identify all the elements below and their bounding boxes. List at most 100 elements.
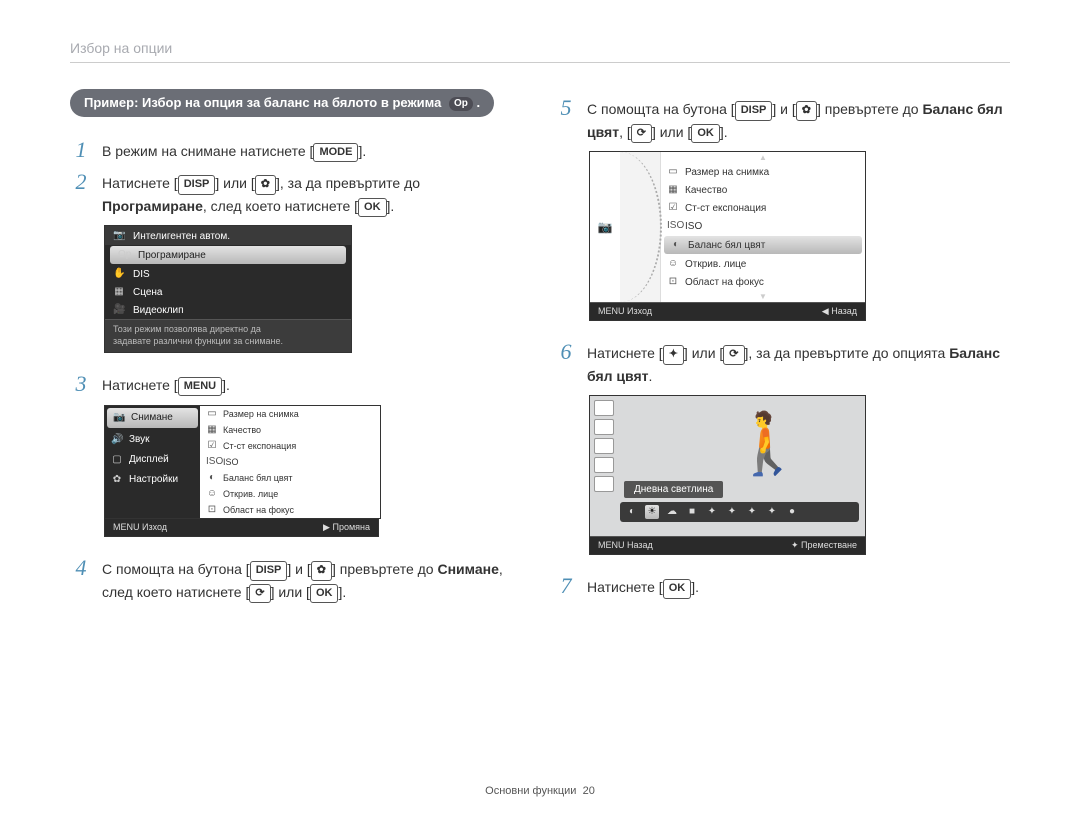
step-number: 6 xyxy=(555,339,577,365)
function-icon: ☑ xyxy=(667,202,679,214)
menu-option: ▦ Качество xyxy=(200,422,380,438)
step-number: 1 xyxy=(70,137,92,163)
tab-icon: ✿ xyxy=(111,474,123,486)
step-2: 2 Натиснете [DISP] или [✿], за да превър… xyxy=(70,169,525,217)
step-number: 5 xyxy=(555,95,577,121)
mode-icon: 📷 xyxy=(113,230,125,242)
option-icon: ▭ xyxy=(206,408,218,420)
chevron-up-icon: ▲ xyxy=(661,153,865,162)
option-icon: ▦ xyxy=(206,424,218,436)
function-item: ⊡ Област на фокус xyxy=(661,273,865,291)
ok-button-label: OK xyxy=(358,198,387,218)
wb-option-icon: ◐ xyxy=(625,505,639,519)
disp-button-label: DISP xyxy=(178,175,216,195)
quickbar-icon: ▭ xyxy=(594,400,614,416)
mode-item: Op Програмиране xyxy=(110,246,346,264)
quickbar-icon: ISO xyxy=(594,457,614,473)
step-4: 4 С помощта на бутона [DISP] и [✿] превъ… xyxy=(70,555,525,603)
function-icon: ▦ xyxy=(667,184,679,196)
step-5: 5 С помощта на бутона [DISP] и [✿] превъ… xyxy=(555,95,1010,143)
step-number: 2 xyxy=(70,169,92,195)
footer-exit: MENU Изход xyxy=(113,522,167,533)
mode-label: Видеоклип xyxy=(133,305,184,316)
function-item: ◐Баланс бял цвят xyxy=(664,236,862,254)
wb-option-icon: ☁ xyxy=(665,505,679,519)
function-label: Баланс бял цвят xyxy=(688,240,765,251)
white-balance-screen: ▭▦☑ISO◐ 🚶 Дневна светлина ◐☀☁■✦✦✦✦● MENU… xyxy=(589,395,866,555)
menu-option: ⊡ Област на фокус xyxy=(200,502,380,518)
menu-tab: 📷Снимане xyxy=(107,408,198,428)
step-6: 6 Натиснете [✦] или [⟳], за да превъртит… xyxy=(555,339,1010,387)
function-icon: ISO xyxy=(667,220,679,232)
function-item: ▦ Качество xyxy=(661,181,865,199)
manual-page: Избор на опции Пример: Избор на опция за… xyxy=(0,0,1080,815)
option-icon: ☺ xyxy=(206,488,218,500)
menu-button-label: MENU xyxy=(178,377,222,397)
menu-left-pane: 📷Снимане 🔊 Звук ▢Дисплей✿Настройки xyxy=(105,406,200,518)
function-icon: ▭ xyxy=(667,166,679,178)
page-footer: Основни функции 20 xyxy=(0,785,1080,797)
step-text: С помощта на бутона [DISP] и [✿] превърт… xyxy=(587,95,1010,143)
breadcrumb: Избор на опции xyxy=(70,40,1010,56)
step-text: Натиснете [MENU]. xyxy=(102,371,525,397)
mode-item: 📷Интелигентен автом. xyxy=(105,226,351,245)
option-label: ISO xyxy=(223,457,239,467)
menu-screen: 📷Снимане 🔊 Звук ▢Дисплей✿Настройки ▭Размер … xyxy=(104,405,525,537)
function-item: ☑Ст-ст експонация xyxy=(661,199,865,217)
wb-option-strip: ◐☀☁■✦✦✦✦● xyxy=(620,502,859,522)
option-icon: ⊡ xyxy=(206,504,218,516)
quickbar-icon: ☑ xyxy=(594,438,614,454)
disp-button-label: DISP xyxy=(250,561,288,581)
tab-icon: 📷 xyxy=(113,412,125,424)
menu-option: ▭Размер на снимка xyxy=(200,406,380,422)
flash-icon-label: ✦ xyxy=(663,345,684,365)
option-label: Баланс бял цвят xyxy=(223,473,293,483)
mode-select-screen: 📷Интелигентен автом. Op Програмиране ✋DIS ▦ С… xyxy=(104,225,352,352)
mode-label: Програмиране xyxy=(138,250,206,261)
option-label: Качество xyxy=(223,425,261,435)
step-text: Натиснете [OK]. xyxy=(587,573,1010,599)
wb-option-icon: ✦ xyxy=(765,505,779,519)
step-3: 3 Натиснете [MENU]. xyxy=(70,371,525,397)
step-text: Натиснете [✦] или [⟳], за да превъртите … xyxy=(587,339,1010,387)
quickbar-icon: ▦ xyxy=(594,419,614,435)
menu-option: ◐Баланс бял цвят xyxy=(200,470,380,486)
ok-button-label: OK xyxy=(663,579,692,599)
function-label: Качество xyxy=(685,185,727,196)
left-column: Пример: Избор на опция за баланс на бяло… xyxy=(70,89,525,609)
option-label: Открив. лице xyxy=(223,489,278,499)
mode-label: DIS xyxy=(133,269,150,280)
mode-icon: Op xyxy=(118,249,130,261)
menu-tab: ✿Настройки xyxy=(105,470,200,490)
step-text: Натиснете [DISP] или [✿], за да превърти… xyxy=(102,169,525,217)
macro-icon-label: ✿ xyxy=(311,561,332,581)
function-label: Област на фокус xyxy=(685,277,764,288)
example-heading-pill: Пример: Избор на опция за баланс на бяло… xyxy=(70,89,494,117)
menu-option: ISOISO xyxy=(200,454,380,470)
option-label: Област на фокус xyxy=(223,505,294,515)
wb-option-icon: ✦ xyxy=(725,505,739,519)
mode-button-label: MODE xyxy=(313,143,358,163)
tab-icon: ▢ xyxy=(111,454,123,466)
chevron-down-icon: ▼ xyxy=(661,292,865,301)
mode-tip: Този режим позволява директно да задават… xyxy=(105,319,351,351)
mode-icon: ▦ xyxy=(113,286,125,298)
mode-item: ▦ Сцена xyxy=(105,283,351,301)
tab-label: Звук xyxy=(129,434,150,445)
footer-move: ✦ Преместване xyxy=(791,540,857,551)
function-icon: ⊡ xyxy=(667,276,679,288)
mode-label: Сцена xyxy=(133,287,162,298)
footer-back: ◀ Назад xyxy=(822,306,857,317)
function-list: ▲ ▭Размер на снимка▦Качество☑Ст-ст експо… xyxy=(661,152,865,302)
mode-item: 🎥Видеоклип xyxy=(105,301,351,319)
mode-item: ✋DIS xyxy=(105,265,351,283)
menu-option: ☑ Ст-ст експонация xyxy=(200,438,380,454)
menu-tab: ▢Дисплей xyxy=(105,450,200,470)
quickbar-icon: ◐ xyxy=(594,476,614,492)
option-icon: ☑ xyxy=(206,440,218,452)
option-label: Ст-ст експонация xyxy=(223,441,296,451)
timer-icon-label: ⟳ xyxy=(631,124,652,144)
function-label: ISO xyxy=(685,221,702,232)
tab-icon: 🔊 xyxy=(111,434,123,446)
function-item: ☺Открив. лице xyxy=(661,255,865,273)
